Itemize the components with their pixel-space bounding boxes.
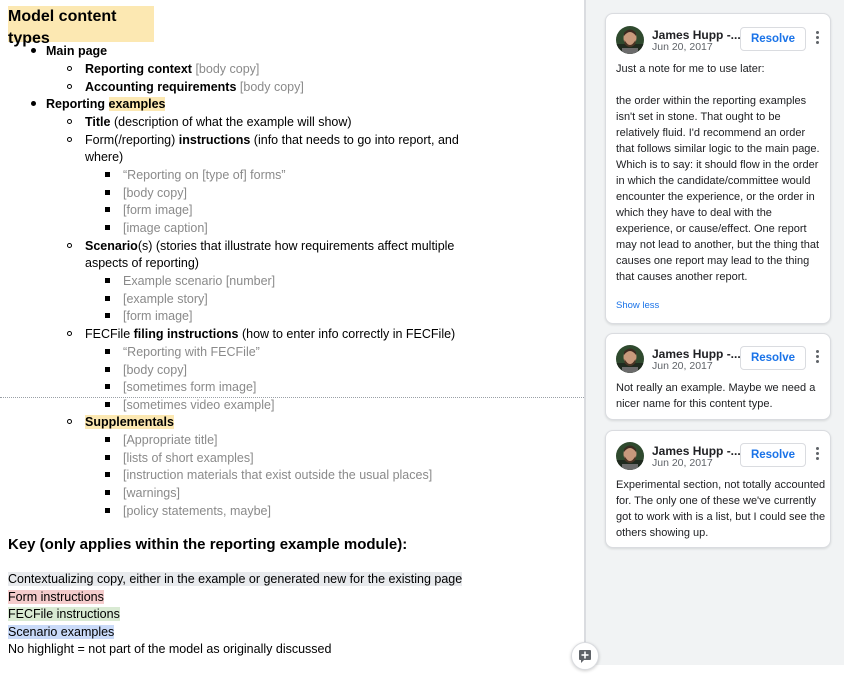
key-heading: Key (only applies within the reporting e… (8, 536, 408, 553)
bullet-square (105, 490, 110, 495)
scenario-item: Scenario(s) (stories that illustrate how… (85, 239, 455, 253)
comment-author: James Hupp -... (652, 347, 741, 361)
bullet-square (105, 278, 110, 283)
bullet-square (105, 172, 110, 177)
supplementals-item: Supplementals (85, 415, 174, 429)
fecfile-subitem: [sometimes form image] (123, 380, 257, 394)
bullet-circle (67, 66, 72, 71)
user-avatar[interactable] (616, 345, 644, 373)
bullet-circle (67, 243, 72, 248)
key-item-no-highlight: No highlight = not part of the model as … (8, 642, 332, 656)
main-page-item: Main page (46, 44, 108, 58)
bullet-square (105, 508, 110, 513)
comment-card[interactable]: James Hupp -... Jun 20, 2017 Resolve Jus… (605, 13, 831, 324)
bullet-square (105, 349, 110, 354)
reporting-examples-item: Reporting examples (46, 97, 166, 111)
form-subitem: [image caption] (123, 221, 208, 235)
bullet-square (105, 472, 110, 477)
key-item-scenario: Scenario examples (8, 625, 115, 639)
bullet-circle (67, 119, 72, 124)
supplemental-subitem: [instruction materials that exist outsid… (123, 468, 433, 482)
fecfile-subitem: “Reporting with FECFile” (123, 345, 260, 359)
bullet-square (105, 437, 110, 442)
page-break-line (0, 397, 584, 398)
scenario-subitem: [example story] (123, 292, 208, 306)
bullet-square (105, 455, 110, 460)
bullet-circle (67, 331, 72, 336)
scenario-subitem: Example scenario [number] (123, 274, 276, 288)
supplemental-subitem: [lists of short examples] (123, 451, 254, 465)
more-vert-icon[interactable] (812, 445, 822, 465)
more-vert-icon[interactable] (812, 348, 822, 368)
user-avatar[interactable] (616, 26, 644, 54)
comment-date: Jun 20, 2017 (652, 41, 713, 53)
title-item: Title (description of what the example w… (85, 115, 352, 129)
key-item-fecfile: FECFile instructions (8, 607, 120, 621)
scenario-subitem: [form image] (123, 309, 193, 323)
accounting-requirements-item: Accounting requirements [body copy] (85, 80, 304, 94)
doc-title: Model content types (8, 6, 154, 47)
bullet-square (105, 296, 110, 301)
bullet-disc (31, 48, 36, 53)
form-subitem: “Reporting on [type of] forms” (123, 168, 286, 182)
add-comment-button[interactable] (571, 642, 599, 670)
comment-body: Experimental section, not totally accoun… (616, 479, 826, 539)
key-item-contextualizing: Contextualizing copy, either in the exam… (8, 572, 463, 586)
bullet-circle (67, 137, 72, 142)
supplemental-subitem: [policy statements, maybe] (123, 504, 271, 518)
comment-card[interactable]: James Hupp -... Jun 20, 2017 Resolve Not… (605, 333, 831, 420)
scenario-item-cont: aspects of reporting) (85, 256, 199, 270)
more-vert-icon[interactable] (812, 29, 822, 49)
key-item-form: Form instructions (8, 590, 104, 604)
bullet-square (105, 190, 110, 195)
form-instructions-item: Form(/reporting) instructions (info that… (85, 133, 459, 147)
bullet-square (105, 402, 110, 407)
bullet-square (105, 207, 110, 212)
bullet-square (105, 367, 110, 372)
form-subitem: [form image] (123, 203, 193, 217)
reporting-context-item: Reporting context [body copy] (85, 62, 260, 76)
bullet-circle (67, 419, 72, 424)
bullet-circle (67, 84, 72, 89)
comment-date: Jun 20, 2017 (652, 360, 713, 372)
user-avatar[interactable] (616, 442, 644, 470)
bullet-square (105, 225, 110, 230)
document-page[interactable]: Model content types Main page Reporting … (0, 0, 584, 665)
comment-card[interactable]: James Hupp -... Jun 20, 2017 Resolve Exp… (605, 430, 831, 548)
bullet-square (105, 313, 110, 318)
supplemental-subitem: [warnings] (123, 486, 180, 500)
fecfile-subitem: [body copy] (123, 363, 187, 377)
form-instructions-cont: where) (85, 150, 124, 164)
bullet-square (105, 384, 110, 389)
comment-body: Not really an example. Maybe we need a n… (616, 382, 816, 410)
comment-body: Just a note for me to use later: the ord… (616, 63, 820, 283)
fecfile-item: FECFile filing instructions (how to ente… (85, 327, 456, 341)
fecfile-subitem: [sometimes video example] (123, 398, 275, 412)
bullet-disc (31, 101, 36, 106)
comment-date: Jun 20, 2017 (652, 457, 713, 469)
supplemental-subitem: [Appropriate title] (123, 433, 218, 447)
resolve-button[interactable]: Resolve (740, 443, 806, 467)
add-comment-icon (579, 650, 591, 663)
comment-author: James Hupp -... (652, 28, 741, 42)
show-less-link[interactable]: Show less (616, 300, 659, 311)
form-subitem: [body copy] (123, 186, 187, 200)
comment-author: James Hupp -... (652, 444, 741, 458)
resolve-button[interactable]: Resolve (740, 27, 806, 51)
resolve-button[interactable]: Resolve (740, 346, 806, 370)
